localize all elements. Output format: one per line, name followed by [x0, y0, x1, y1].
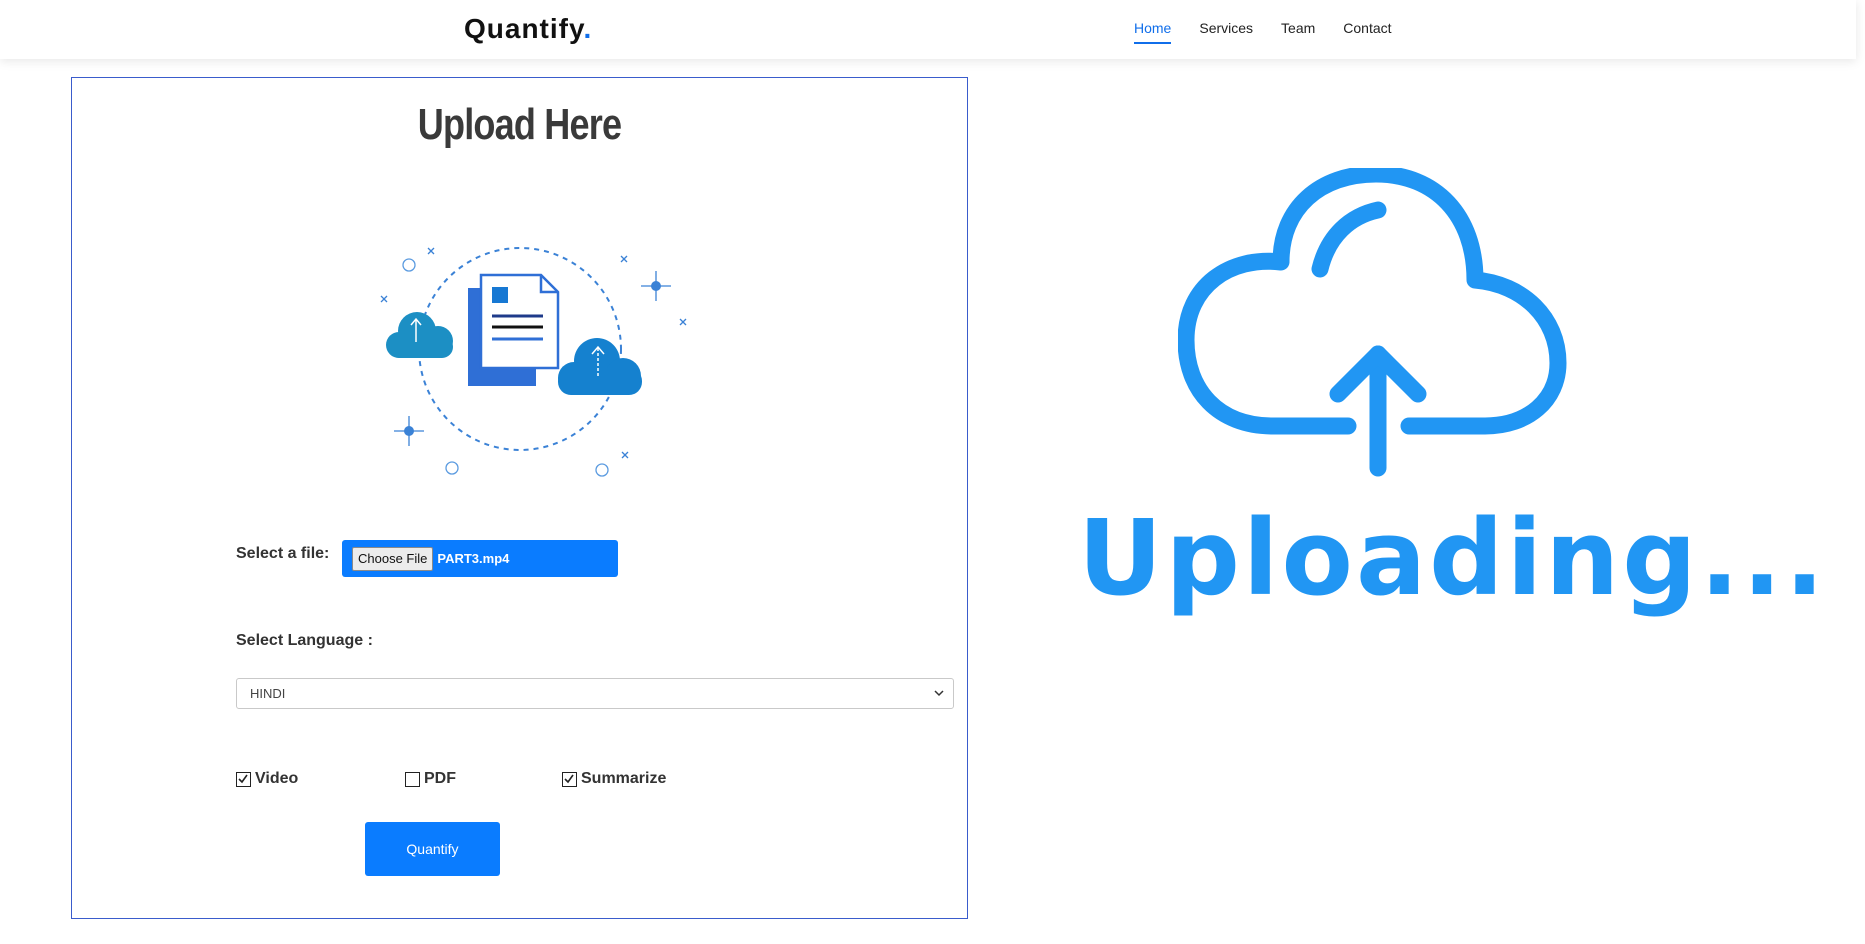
video-label: Video: [255, 770, 299, 787]
option-video[interactable]: Video: [236, 770, 298, 788]
option-pdf[interactable]: PDF: [405, 770, 456, 788]
main-nav: Home Services Team Contact: [1134, 20, 1420, 44]
logo-text: Quantify: [464, 13, 584, 44]
selected-file-name: PART3.mp4: [437, 551, 510, 566]
panel-title: Upload Here: [417, 100, 622, 149]
logo-dot: .: [583, 13, 593, 44]
nav-item-team[interactable]: Team: [1281, 20, 1315, 44]
nav-item-home[interactable]: Home: [1134, 20, 1172, 44]
upload-panel: Upload Here Select a file: Choose File P…: [71, 77, 968, 919]
checkmark-icon: [238, 774, 248, 783]
nav-item-contact[interactable]: Contact: [1343, 20, 1391, 44]
language-label: Select Language :: [236, 632, 373, 649]
language-select[interactable]: HINDI: [236, 678, 954, 709]
uploading-text: Uploading...: [1078, 497, 1828, 619]
option-summarize[interactable]: Summarize: [562, 770, 666, 788]
brand-logo[interactable]: Quantify.: [464, 13, 592, 45]
file-label: Select a file:: [236, 545, 330, 562]
quantify-submit-button[interactable]: Quantify: [365, 822, 500, 876]
cloud-upload-illustration: [380, 247, 687, 477]
summarize-checkbox[interactable]: [562, 771, 577, 787]
choose-file-button[interactable]: Choose File: [352, 546, 434, 571]
chevron-down-icon: [934, 690, 944, 697]
pdf-label: PDF: [424, 770, 456, 787]
file-input[interactable]: Choose File PART3.mp4: [342, 540, 618, 577]
pdf-checkbox[interactable]: [405, 771, 420, 787]
checkmark-icon: [564, 774, 574, 783]
video-checkbox[interactable]: [236, 771, 251, 787]
nav-item-services[interactable]: Services: [1199, 20, 1253, 44]
top-navbar: Quantify. Home Services Team Contact: [0, 0, 1856, 59]
summarize-label: Summarize: [581, 770, 667, 787]
language-selected-value: HINDI: [250, 686, 286, 701]
cloud-upload-icon: [1178, 168, 1567, 477]
